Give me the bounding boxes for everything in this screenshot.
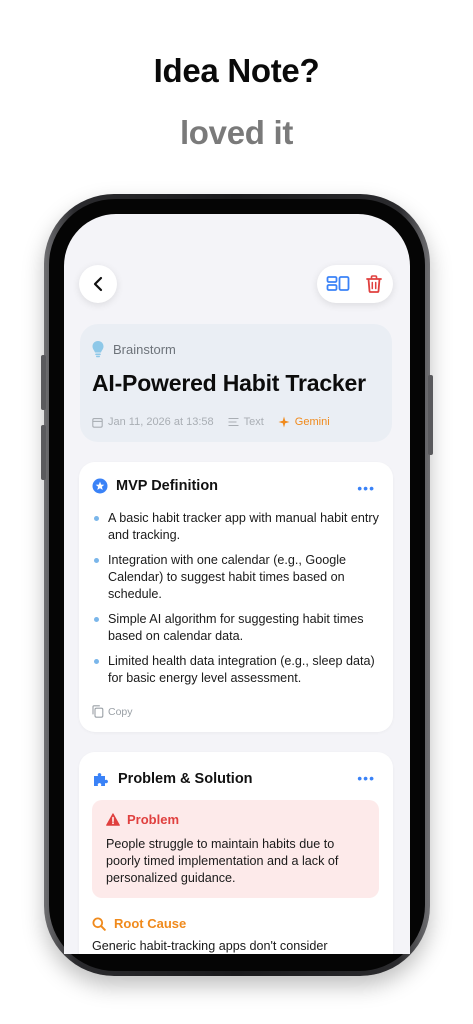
problem-text: People struggle to maintain habits due t… bbox=[106, 837, 339, 885]
problem-callout: Problem People struggle to maintain habi… bbox=[92, 800, 379, 898]
star-badge-icon bbox=[92, 478, 108, 494]
magnifier-icon bbox=[92, 917, 106, 931]
layout-toggle-button[interactable] bbox=[326, 272, 350, 296]
problem-solution-label: Problem & Solution bbox=[118, 771, 253, 787]
root-cause-text: Generic habit-tracking apps don't consid… bbox=[92, 939, 328, 953]
headline-subtitle: loved it bbox=[179, 114, 294, 151]
calendar-icon bbox=[92, 417, 103, 428]
warning-icon bbox=[106, 813, 120, 826]
lightbulb-icon bbox=[92, 341, 104, 358]
volume-up-button bbox=[41, 355, 46, 410]
note-source: Gemini bbox=[294, 416, 330, 428]
text-lines-icon bbox=[228, 417, 239, 427]
list-item: Simple AI algorithm for suggesting habit… bbox=[92, 611, 380, 645]
list-item: A basic habit tracker app with manual ha… bbox=[92, 510, 380, 544]
puzzle-icon bbox=[94, 773, 108, 786]
copy-label: Copy bbox=[108, 705, 133, 718]
root-cause-label: Root Cause bbox=[114, 916, 187, 931]
mvp-heading: MVP Definition bbox=[92, 478, 218, 494]
trash-icon bbox=[366, 275, 382, 293]
note-actions bbox=[317, 265, 393, 303]
mvp-more-button[interactable]: ••• bbox=[357, 480, 375, 496]
category-label: Brainstorm bbox=[113, 341, 176, 357]
mvp-heading-label: MVP Definition bbox=[116, 478, 219, 494]
problem-heading-label: Problem bbox=[127, 812, 180, 827]
sparkle-icon bbox=[278, 416, 290, 428]
power-button bbox=[428, 375, 433, 455]
list-item: Limited health data integration (e.g., s… bbox=[92, 653, 380, 687]
note-type: Text bbox=[243, 416, 264, 428]
mvp-card: MVP Definition ••• A basic habit tracker… bbox=[79, 462, 393, 732]
note-category[interactable]: Brainstorm bbox=[91, 340, 176, 358]
note-date: Jan 11, 2026 at 13:58 bbox=[108, 416, 214, 428]
headline-title: Idea Note? bbox=[153, 52, 320, 89]
volume-down-button bbox=[41, 425, 46, 480]
root-cause-heading: Root Cause bbox=[92, 916, 186, 931]
chevron-left-icon bbox=[93, 276, 103, 292]
layout-icon bbox=[326, 276, 350, 291]
back-button[interactable] bbox=[79, 265, 117, 303]
app-screen: Brainstorm AI-Powered Habit Tracker Jan … bbox=[64, 214, 410, 954]
problem-solution-card: Problem & Solution ••• Problem People st… bbox=[79, 752, 393, 954]
problem-heading: Problem bbox=[106, 812, 179, 827]
mvp-list: A basic habit tracker app with manual ha… bbox=[92, 510, 380, 695]
note-header-card: Brainstorm AI-Powered Habit Tracker Jan … bbox=[80, 324, 392, 442]
copy-button[interactable]: Copy bbox=[92, 705, 133, 718]
problem-solution-heading: Problem & Solution bbox=[92, 770, 253, 788]
note-title: AI-Powered Habit Tracker bbox=[92, 370, 366, 396]
note-meta: Jan 11, 2026 at 13:58 Text Gemini bbox=[92, 416, 344, 428]
list-item: Integration with one calendar (e.g., Goo… bbox=[92, 552, 380, 603]
problem-solution-more-button[interactable]: ••• bbox=[357, 770, 375, 786]
copy-icon bbox=[92, 705, 104, 718]
delete-button[interactable] bbox=[362, 272, 386, 296]
